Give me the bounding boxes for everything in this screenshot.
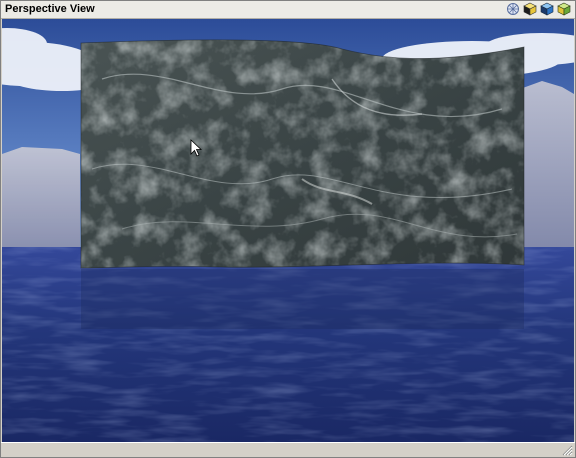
view-settings-icon[interactable] bbox=[506, 2, 520, 16]
perspective-view-window: Perspective View bbox=[0, 0, 576, 458]
view-toolbar bbox=[506, 2, 571, 16]
resize-grip-icon[interactable] bbox=[562, 445, 573, 456]
status-bar bbox=[1, 442, 575, 457]
3d-viewport[interactable] bbox=[2, 19, 574, 443]
terrain-surface bbox=[81, 39, 524, 268]
title-bar: Perspective View bbox=[1, 1, 575, 19]
scene-render[interactable] bbox=[2, 19, 574, 443]
green-cube-icon[interactable] bbox=[557, 2, 571, 16]
blue-cube-icon[interactable] bbox=[540, 2, 554, 16]
terrain-reflection bbox=[81, 269, 524, 329]
mountain-right bbox=[520, 81, 574, 259]
shaded-cube-icon[interactable] bbox=[523, 2, 537, 16]
window-title: Perspective View bbox=[5, 3, 95, 15]
